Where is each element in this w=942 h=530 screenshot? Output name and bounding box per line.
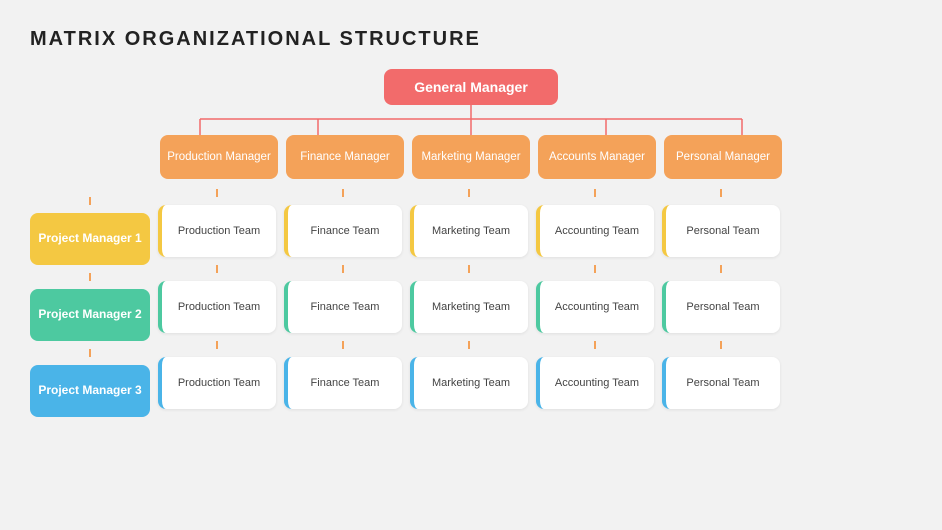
general-manager-box: General Manager <box>384 69 558 105</box>
team-row-1: Production Team Finance Team Marketing T… <box>158 205 780 257</box>
v-dot-m2-3 <box>410 341 528 349</box>
team-box-r2-finance: Finance Team <box>284 281 402 333</box>
top-row-connectors <box>158 189 780 197</box>
grid-section: Project Manager 1 Project Manager 2 Proj… <box>30 189 912 417</box>
team-row-2: Production Team Finance Team Marketing T… <box>158 281 780 333</box>
manager-box-personal: Personal Manager <box>664 135 782 179</box>
team-box-r1-marketing: Marketing Team <box>410 205 528 257</box>
v-dot-m2-2 <box>284 341 402 349</box>
v-dot-m2-5 <box>662 341 780 349</box>
team-box-r1-production: Production Team <box>158 205 276 257</box>
v-dot-m2-1 <box>158 341 276 349</box>
team-box-r2-personal: Personal Team <box>662 281 780 333</box>
managers-row: Production Manager Finance Manager Marke… <box>160 135 782 179</box>
team-box-r3-personal: Personal Team <box>662 357 780 409</box>
project-manager-3-box: Project Manager 3 <box>30 365 150 417</box>
v-dot-m2-4 <box>536 341 654 349</box>
mid-row-connectors-1 <box>158 265 780 273</box>
team-box-r1-personal: Personal Team <box>662 205 780 257</box>
page-title: MATRIX ORGANIZATIONAL STRUCTURE <box>30 28 912 51</box>
team-box-r1-accounting: Accounting Team <box>536 205 654 257</box>
team-box-r2-accounting: Accounting Team <box>536 281 654 333</box>
v-dot-m1-5 <box>662 265 780 273</box>
project-manager-col: Project Manager 1 Project Manager 2 Proj… <box>30 189 150 417</box>
team-box-r3-marketing: Marketing Team <box>410 357 528 409</box>
v-dot-2 <box>284 189 402 197</box>
team-box-r2-production: Production Team <box>158 281 276 333</box>
manager-box-accounts: Accounts Manager <box>538 135 656 179</box>
project-manager-1-box: Project Manager 1 <box>30 213 150 265</box>
top-hierarchy: General Manager Production Manager Finan… <box>30 69 912 179</box>
team-box-r1-finance: Finance Team <box>284 205 402 257</box>
manager-box-production: Production Manager <box>160 135 278 179</box>
team-box-r2-marketing: Marketing Team <box>410 281 528 333</box>
slide: MATRIX ORGANIZATIONAL STRUCTURE General … <box>0 0 942 530</box>
mid-row-connectors-2 <box>158 341 780 349</box>
v-dot-4 <box>536 189 654 197</box>
team-box-r3-production: Production Team <box>158 357 276 409</box>
team-row-3: Production Team Finance Team Marketing T… <box>158 357 780 409</box>
v-dot-3 <box>410 189 528 197</box>
manager-box-finance: Finance Manager <box>286 135 404 179</box>
v-dot-m1-4 <box>536 265 654 273</box>
v-dot-1 <box>158 189 276 197</box>
manager-box-marketing: Marketing Manager <box>412 135 530 179</box>
v-dot-m1-2 <box>284 265 402 273</box>
team-box-r3-accounting: Accounting Team <box>536 357 654 409</box>
team-rows-col: Production Team Finance Team Marketing T… <box>158 189 780 409</box>
top-connector-svg <box>141 105 801 135</box>
project-manager-2-box: Project Manager 2 <box>30 289 150 341</box>
v-dot-m1-1 <box>158 265 276 273</box>
team-box-r3-finance: Finance Team <box>284 357 402 409</box>
v-dot-5 <box>662 189 780 197</box>
v-dot-m1-3 <box>410 265 528 273</box>
